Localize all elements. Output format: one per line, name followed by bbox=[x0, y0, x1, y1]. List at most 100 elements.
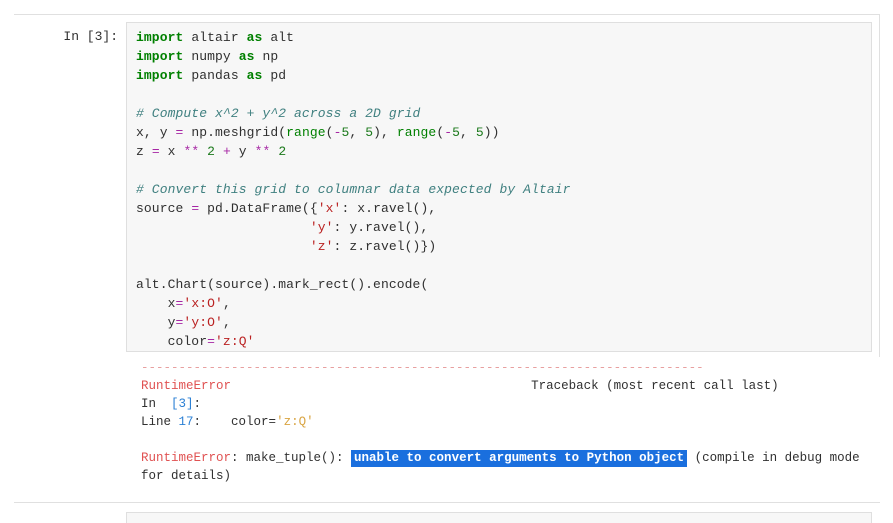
code-source[interactable]: import altair as alt import numpy as np im… bbox=[136, 28, 571, 352]
frame-cell-ref: [3] bbox=[171, 397, 194, 411]
code-line: # Compute x^2 + y^2 across a 2D grid bbox=[136, 104, 571, 123]
code-token: altair bbox=[183, 30, 247, 45]
code-token: range bbox=[396, 125, 437, 140]
code-token: 2 bbox=[278, 144, 287, 159]
code-token: z bbox=[136, 144, 152, 159]
code-line: import numpy as np bbox=[136, 47, 571, 66]
code-token: : y.ravel(), bbox=[333, 220, 429, 235]
code-token: x, y bbox=[136, 125, 176, 140]
cell-output-error: ----------------------------------------… bbox=[126, 357, 886, 502]
code-token: y bbox=[136, 315, 176, 330]
code-line: x='x:O', bbox=[136, 294, 571, 313]
code-line: import altair as alt bbox=[136, 28, 571, 47]
code-token: source bbox=[136, 201, 192, 216]
frame-code-string: 'z:Q' bbox=[276, 415, 314, 429]
code-token: color bbox=[136, 334, 208, 349]
code-token: 5 bbox=[475, 125, 484, 140]
code-token: + bbox=[222, 144, 231, 159]
error-message-func: : make_tuple(): bbox=[231, 451, 352, 465]
error-pad bbox=[231, 379, 531, 393]
code-token: 'y:O' bbox=[183, 315, 223, 330]
code-token: - bbox=[444, 125, 453, 140]
code-line: 'z': z.ravel()}) bbox=[136, 237, 571, 256]
code-line: ) bbox=[136, 351, 571, 352]
code-token: 5 bbox=[452, 125, 461, 140]
traceback-header: Traceback (most recent call last) bbox=[531, 379, 779, 393]
code-token: 'x' bbox=[317, 201, 342, 216]
cell-input-prompt: In [3]: bbox=[63, 29, 118, 44]
frame-suffix: : bbox=[193, 397, 202, 411]
notebook-cell[interactable]: In [3]: import altair as alt import numpy… bbox=[14, 14, 886, 503]
frame-line-prefix: Line bbox=[141, 415, 179, 429]
code-token: ** bbox=[254, 144, 271, 159]
code-token: 5 bbox=[365, 125, 374, 140]
code-token: 'z:Q' bbox=[215, 334, 255, 349]
error-type-name: RuntimeError bbox=[141, 451, 232, 465]
code-input-area[interactable]: import altair as alt import numpy as np im… bbox=[126, 22, 872, 352]
code-token: ** bbox=[183, 144, 200, 159]
code-token: = bbox=[151, 144, 160, 159]
code-line: source = pd.DataFrame({'x': x.ravel(), bbox=[136, 199, 571, 218]
error-message-highlight: unable to convert arguments to Python ob… bbox=[351, 450, 688, 467]
code-token: alt bbox=[262, 30, 295, 45]
code-token: ), bbox=[373, 125, 397, 140]
code-token: x bbox=[136, 296, 176, 311]
error-rule: ----------------------------------------… bbox=[141, 361, 704, 375]
code-line: # Convert this grid to columnar data exp… bbox=[136, 180, 571, 199]
code-line: 'y': y.ravel(), bbox=[136, 218, 571, 237]
frame-line-number: 17 bbox=[178, 415, 194, 429]
code-token: , bbox=[460, 125, 476, 140]
code-token: import bbox=[136, 30, 184, 45]
frame-code-prefix: color= bbox=[231, 415, 277, 429]
next-cell-selection-bar bbox=[14, 512, 19, 523]
code-token: alt.Chart(source).mark_rect().encode( bbox=[136, 277, 429, 292]
code-token: 'z' bbox=[309, 239, 334, 254]
code-token: : z.ravel()}) bbox=[333, 239, 437, 254]
error-blank-2 bbox=[141, 485, 860, 502]
code-token: = bbox=[207, 334, 216, 349]
code-token: 2 bbox=[207, 144, 216, 159]
code-token: as bbox=[246, 68, 263, 83]
code-token: x bbox=[159, 144, 184, 159]
code-line: y='y:O', bbox=[136, 313, 571, 332]
code-token: 'y' bbox=[309, 220, 334, 235]
code-token: # Compute x^2 + y^2 across a 2D grid bbox=[136, 106, 421, 121]
error-message-line: RuntimeError: make_tuple(): unable to co… bbox=[141, 449, 860, 467]
error-message-tail: for details) bbox=[141, 469, 232, 483]
code-token: 'x:O' bbox=[183, 296, 223, 311]
code-line: alt.Chart(source).mark_rect().encode( bbox=[136, 275, 571, 294]
code-token: )) bbox=[483, 125, 500, 140]
code-token: , bbox=[222, 296, 231, 311]
error-message-line-2: for details) bbox=[141, 467, 860, 485]
code-line: color='z:Q' bbox=[136, 332, 571, 351]
code-token: np bbox=[254, 49, 279, 64]
code-token: : x.ravel(), bbox=[341, 201, 437, 216]
error-blank bbox=[141, 431, 860, 449]
code-line: z = x ** 2 + y ** 2 bbox=[136, 142, 571, 161]
code-line: x, y = np.meshgrid(range(-5, 5), range(-… bbox=[136, 123, 571, 142]
error-traceback: ----------------------------------------… bbox=[141, 359, 860, 502]
code-token: pandas bbox=[183, 68, 247, 83]
error-message-tail: (compile in debug mode bbox=[687, 451, 860, 465]
notebook-page: In [3]: import altair as alt import numpy… bbox=[0, 0, 893, 523]
code-token: import bbox=[136, 68, 184, 83]
code-line: import pandas as pd bbox=[136, 66, 571, 85]
frame-prefix: In bbox=[141, 397, 172, 411]
error-frame-line: Line 17: color='z:Q' bbox=[141, 413, 860, 431]
error-frame-location: In [3]: bbox=[141, 395, 860, 413]
code-token: as bbox=[246, 30, 263, 45]
code-token: # Convert this grid to columnar data exp… bbox=[136, 182, 571, 197]
next-notebook-cell[interactable] bbox=[126, 512, 872, 523]
code-token: , bbox=[349, 125, 366, 140]
code-token: y bbox=[230, 144, 255, 159]
error-rule-top: ----------------------------------------… bbox=[141, 359, 860, 377]
error-header-line: RuntimeError Traceback (most recent call… bbox=[141, 377, 860, 395]
code-token: , bbox=[222, 315, 231, 330]
